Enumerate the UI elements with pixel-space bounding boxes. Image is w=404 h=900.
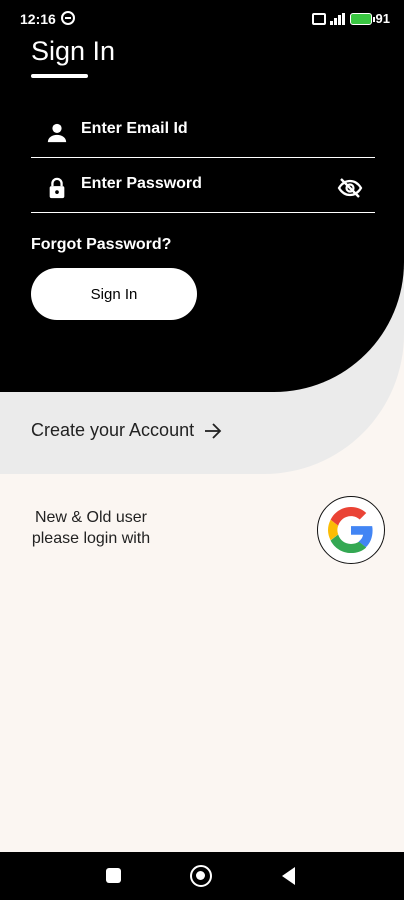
- page-title: Sign In: [31, 36, 116, 66]
- password-field[interactable]: [31, 159, 375, 213]
- email-input[interactable]: [81, 116, 331, 142]
- back-icon[interactable]: [282, 867, 295, 885]
- google-login-text: New & Old user please login with: [16, 507, 166, 549]
- status-time: 12:16: [20, 11, 56, 27]
- google-text-line2: please login with: [31, 530, 151, 547]
- create-account-link[interactable]: Create your Account: [31, 420, 222, 441]
- recent-apps-icon[interactable]: [106, 868, 121, 883]
- create-account-label: Create your Account: [31, 420, 195, 440]
- sign-in-button[interactable]: Sign In: [31, 268, 197, 320]
- system-nav-bar: [0, 852, 404, 900]
- google-login-button[interactable]: [317, 496, 385, 564]
- eye-off-icon[interactable]: [337, 177, 363, 199]
- title-underline: [31, 74, 88, 78]
- user-icon: [47, 123, 67, 143]
- email-field[interactable]: [31, 104, 375, 158]
- battery-level: 91: [375, 11, 390, 26]
- sync-icon: [61, 11, 75, 25]
- lock-icon: [49, 177, 65, 199]
- signal-icon: [329, 12, 346, 25]
- forgot-password-link[interactable]: Forgot Password?: [31, 236, 171, 254]
- password-input[interactable]: [81, 171, 331, 197]
- data-saver-icon: [311, 12, 326, 25]
- home-icon[interactable]: [190, 865, 212, 887]
- battery-icon: [349, 12, 375, 25]
- status-bar: 12:16 91: [0, 0, 404, 36]
- arrow-right-icon: [205, 422, 222, 439]
- status-icons: 91: [311, 11, 390, 26]
- google-icon: [328, 507, 373, 553]
- google-text-line1: New & Old user: [34, 509, 148, 526]
